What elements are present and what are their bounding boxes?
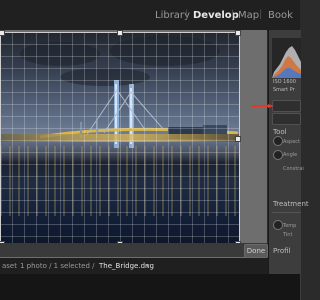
right-panel: ISO 1600 Smart Pr Tool Aspect Angle Cons… bbox=[268, 30, 309, 300]
histogram bbox=[272, 38, 301, 78]
profile-label: Profil bbox=[273, 247, 291, 255]
aspect-label: Aspect bbox=[283, 139, 300, 145]
temp-label: Temp bbox=[283, 223, 297, 229]
tool-strip[interactable] bbox=[272, 100, 301, 112]
histogram-graph bbox=[272, 46, 301, 78]
module-separator: | bbox=[185, 9, 189, 20]
crop-handle[interactable] bbox=[117, 30, 123, 36]
red-arrow-annotation bbox=[252, 104, 274, 108]
bottom-strip bbox=[0, 274, 300, 300]
crop-handle[interactable] bbox=[0, 30, 5, 36]
tint-label: Tint bbox=[283, 232, 293, 238]
module-separator: | bbox=[259, 9, 263, 20]
module-picker: Library | Develop | Map | Book bbox=[0, 0, 300, 31]
crop-frame[interactable] bbox=[0, 32, 240, 247]
camera-info-label: ISO 1600 bbox=[273, 79, 296, 85]
aspect-lock-icon[interactable] bbox=[273, 136, 283, 146]
tool-label: Tool bbox=[273, 128, 287, 136]
module-map[interactable]: Map bbox=[238, 10, 259, 21]
treatment-label: Treatment bbox=[273, 200, 309, 208]
panel-divider bbox=[272, 212, 301, 213]
eyedropper-icon[interactable] bbox=[273, 220, 283, 230]
image-canvas[interactable] bbox=[0, 30, 267, 258]
collection-prefix: aset bbox=[2, 262, 17, 270]
filmstrip-status-bar: aset 1 photo / 1 selected / The_Bridge.d… bbox=[0, 258, 300, 274]
module-book[interactable]: Book bbox=[268, 10, 293, 21]
selection-count: 1 photo / 1 selected / bbox=[20, 262, 95, 270]
constrain-label[interactable]: Constrai bbox=[283, 166, 304, 172]
crop-handle[interactable] bbox=[235, 136, 241, 142]
canvas-toolbar bbox=[0, 243, 267, 257]
angle-dial-icon[interactable] bbox=[273, 150, 283, 160]
angle-label: Angle bbox=[283, 152, 298, 158]
module-separator: | bbox=[231, 9, 235, 20]
chevron-down-icon[interactable]: ▾ bbox=[146, 258, 150, 274]
done-button[interactable]: Done bbox=[244, 244, 268, 258]
smart-preview-label: Smart Pr bbox=[273, 87, 295, 93]
crop-handle[interactable] bbox=[235, 30, 241, 36]
tool-strip-secondary[interactable] bbox=[272, 113, 301, 125]
